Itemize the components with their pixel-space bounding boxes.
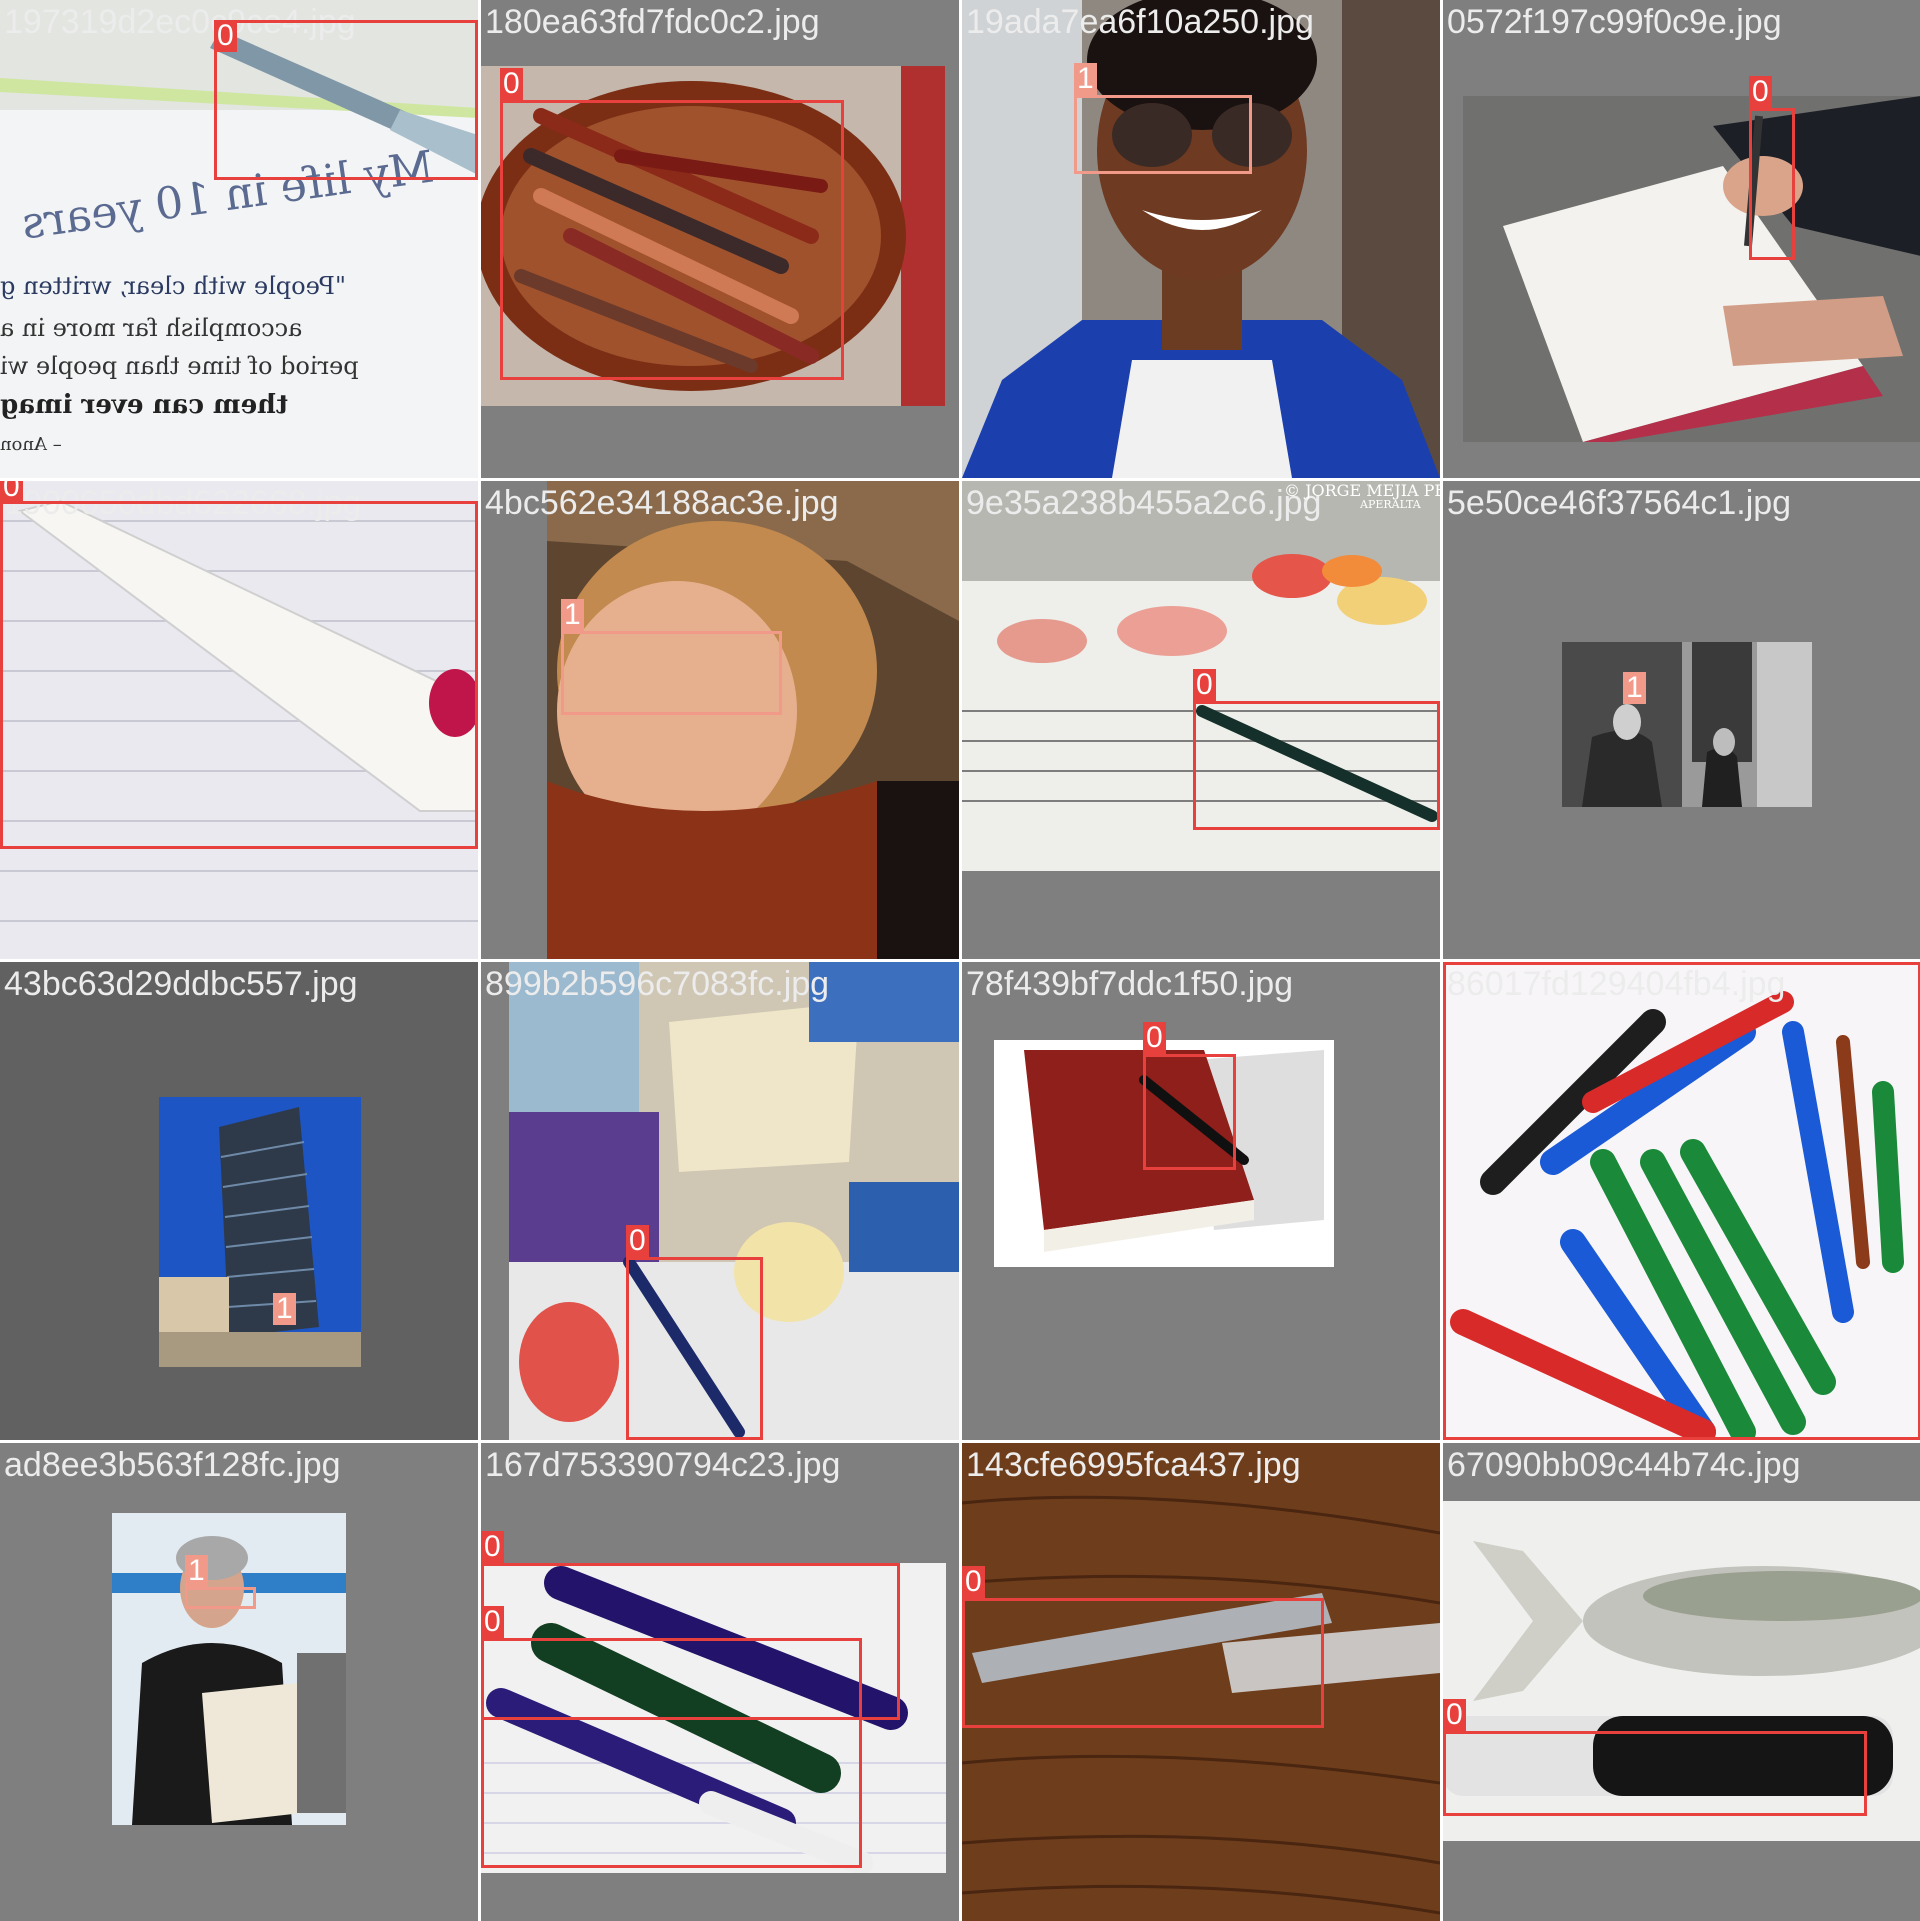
bbox-class-1 (1074, 95, 1252, 174)
tile-10: 78f439bf7ddc1f50.jpg 0 (962, 962, 1440, 1440)
filename-label: ad8ee3b563f128fc.jpg (4, 1446, 341, 1484)
bbox-label: 1 (1623, 672, 1646, 704)
photo (1463, 96, 1920, 442)
bbox-label: 0 (481, 1531, 504, 1563)
bbox-label: 0 (500, 68, 523, 100)
city-street-bw-image (1562, 642, 1812, 807)
tile-7: 5e50ce46f37564c1.jpg 1 (1443, 481, 1920, 959)
filename-label: 19ada7ea6f10a250.jpg (966, 3, 1314, 41)
tower-building-image (159, 1097, 361, 1367)
filename-label: 78f439bf7ddc1f50.jpg (966, 965, 1294, 1003)
tile-3: 0572f197c99f0c9e.jpg 0 (1443, 0, 1920, 478)
bbox-label: 0 (1143, 1022, 1166, 1054)
bbox-class-0 (962, 1598, 1324, 1728)
bbox-label: 1 (1074, 63, 1097, 95)
bbox-label: 1 (185, 1555, 208, 1587)
woman-glasses-image (547, 481, 959, 959)
bbox-class-0 (0, 501, 478, 849)
tile-2: 19ada7ea6f10a250.jpg 1 (962, 0, 1440, 478)
bbox-label: 0 (1749, 76, 1772, 108)
bbox-label: 0 (962, 1566, 985, 1598)
tile-14: 143cfe6995fca437.jpg 0 (962, 1443, 1440, 1921)
photo (962, 0, 1440, 478)
bbox-class-0 (1443, 1731, 1867, 1816)
filename-label: 43bc63d29ddbc557.jpg (4, 965, 358, 1003)
bbox-label: 1 (273, 1293, 296, 1325)
mosaic-grid: My life in 10 years "People with clear, … (0, 0, 1920, 1921)
filename-label: 67090bb09c44b74c.jpg (1447, 1446, 1801, 1484)
filename-label: 143cfe6995fca437.jpg (966, 1446, 1301, 1484)
tile-8: 43bc63d29ddbc557.jpg 1 (0, 962, 478, 1440)
book-signing-image (1463, 96, 1920, 442)
watermark-line-2: APERALTA (1360, 498, 1421, 511)
note-line-3: accomplish far more in a (0, 314, 303, 342)
bbox-class-0 (1143, 1054, 1236, 1170)
note-line-2: "People with clear, written g (0, 272, 346, 300)
bbox-label: 0 (1443, 962, 1466, 964)
bbox-class-0 (1443, 962, 1920, 1440)
bbox-label: 0 (481, 1606, 504, 1638)
bbox-class-0 (481, 1638, 862, 1868)
bbox-label: 0 (626, 1225, 649, 1257)
filename-label: 5e50ce46f37564c1.jpg (1447, 484, 1792, 522)
tile-9: 899b2b596c7083fc.jpg 0 (481, 962, 959, 1440)
bbox-class-0 (1193, 701, 1440, 830)
bbox-class-0 (1749, 108, 1795, 260)
woman-holding-book-image (112, 1513, 346, 1825)
bbox-class-0 (626, 1257, 763, 1440)
tile-1: 180ea63fd7fdc0c2.jpg 0 (481, 0, 959, 478)
woman-sunglasses-image (962, 0, 1440, 478)
bbox-class-1 (561, 631, 782, 715)
bbox-label: 0 (214, 20, 237, 52)
photo (112, 1513, 346, 1825)
photo (1562, 642, 1812, 807)
filename-label: 9e35a238b455a2c6.jpg (966, 484, 1322, 522)
bbox-class-0 (214, 20, 478, 180)
bbox-label: 0 (1443, 1699, 1466, 1731)
bbox-label: 0 (1193, 669, 1216, 701)
note-line-5: them can ever imag (0, 390, 289, 420)
filename-label: 4bc562e34188ac3e.jpg (485, 484, 839, 522)
tile-13: 167d753390794c23.jpg 0 0 (481, 1443, 959, 1921)
bbox-label: 0 (0, 481, 23, 503)
note-line-6: – Anon (0, 434, 62, 455)
tile-0: My life in 10 years "People with clear, … (0, 0, 478, 478)
bbox-class-0 (500, 100, 844, 380)
tile-6: 9e35a238b455a2c6.jpg © JORGE MEJIA PER A… (962, 481, 1440, 959)
tile-12: ad8ee3b563f128fc.jpg 1 (0, 1443, 478, 1921)
filename-label: 180ea63fd7fdc0c2.jpg (485, 3, 820, 41)
filename-label: 899b2b596c7083fc.jpg (485, 965, 830, 1003)
note-line-4: period of time than people wi (0, 352, 359, 380)
photo (159, 1097, 361, 1367)
bbox-class-1 (185, 1587, 256, 1609)
filename-label: 0572f197c99f0c9e.jpg (1447, 3, 1782, 41)
bbox-label: 1 (561, 599, 584, 631)
tile-15: 67090bb09c44b74c.jpg 0 (1443, 1443, 1920, 1921)
tile-4: 1900650dbd622668.jpg 0 (0, 481, 478, 959)
filename-label: 167d753390794c23.jpg (485, 1446, 841, 1484)
photo (547, 481, 959, 959)
tile-5: 4bc562e34188ac3e.jpg 1 (481, 481, 959, 959)
tile-11: 86017fd129404fb4.jpg 0 (1443, 962, 1920, 1440)
